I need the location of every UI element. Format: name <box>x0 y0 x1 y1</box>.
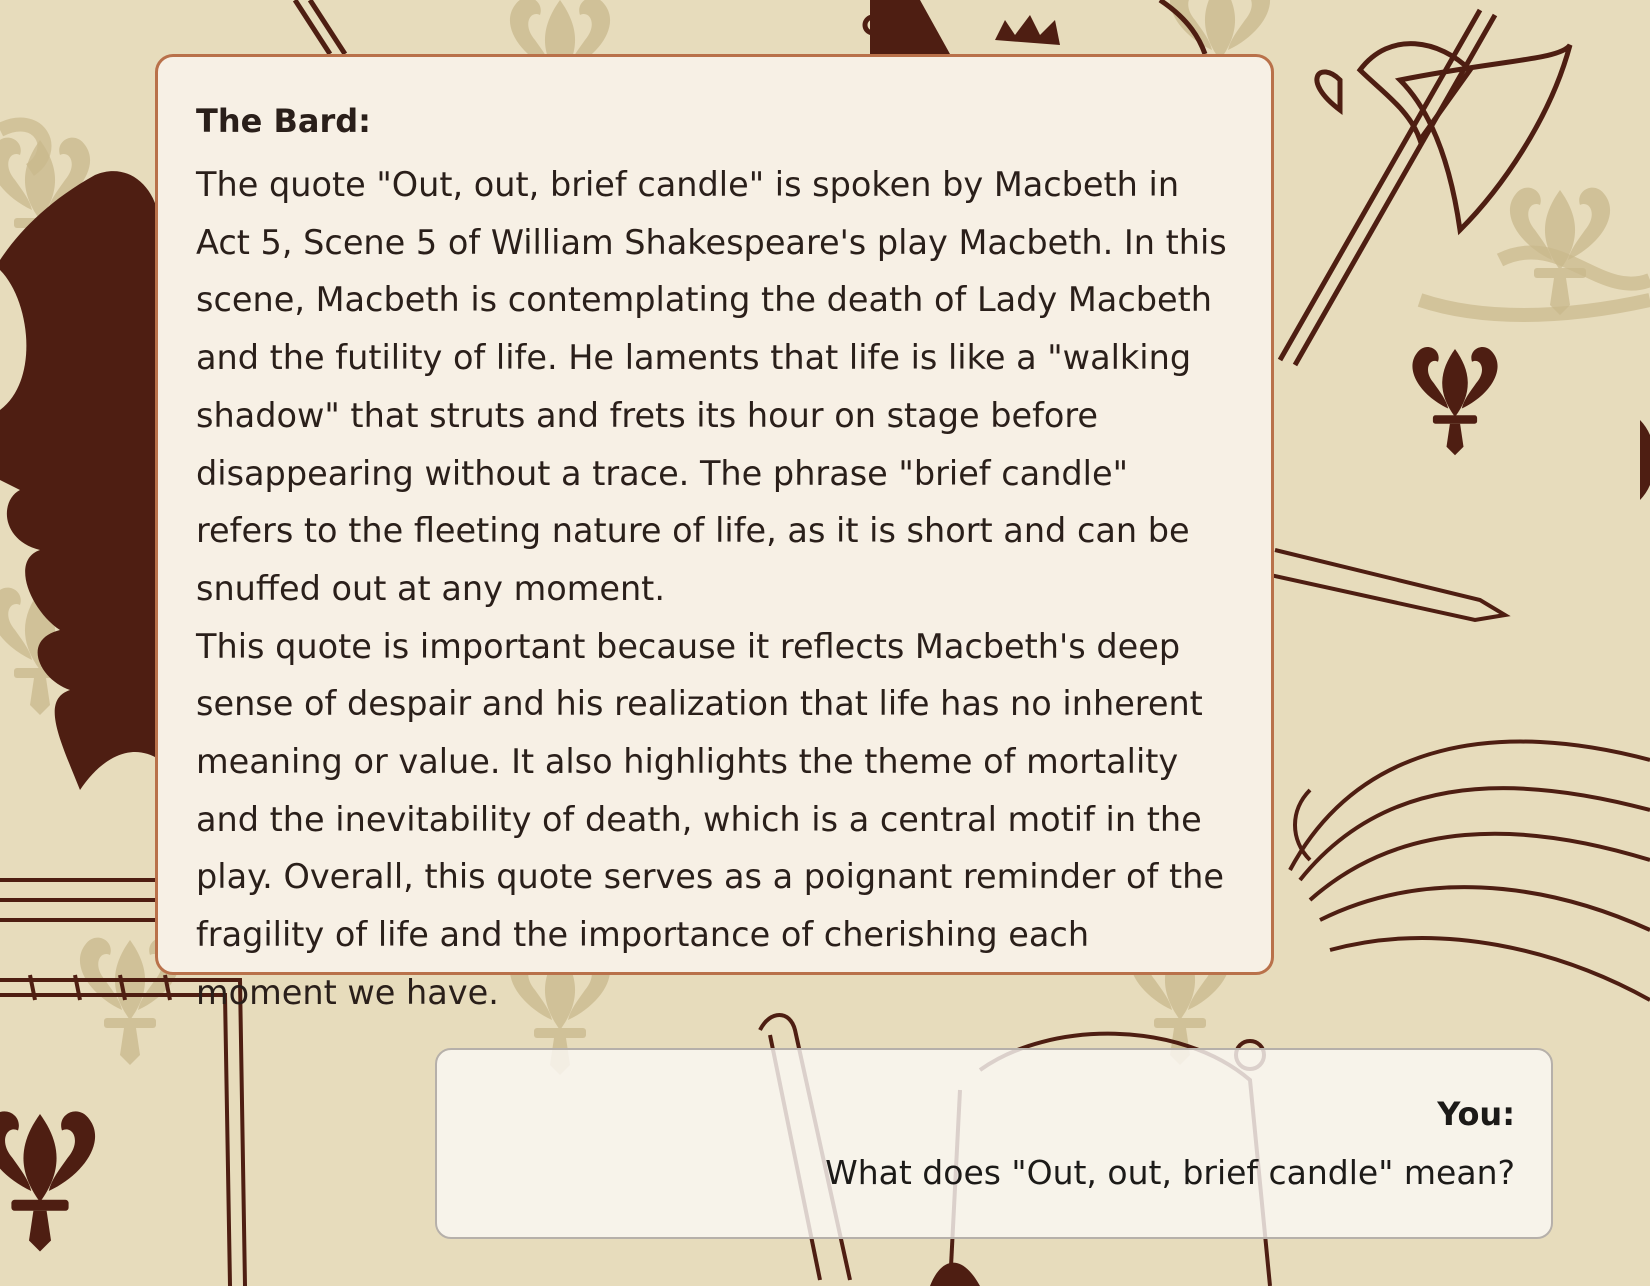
bard-paragraph-2: This quote is important because it refle… <box>196 626 1224 1012</box>
bard-message-bubble: The Bard: The quote "Out, out, brief can… <box>155 54 1274 1012</box>
user-message-bubble: You: What does "Out, out, brief candle" … <box>435 1048 1553 1239</box>
bard-speaker-label: The Bard: <box>196 102 371 140</box>
lion-rampant-icon <box>0 171 160 790</box>
user-message: What does "Out, out, brief candle" mean? <box>825 1153 1515 1192</box>
shield-icon <box>0 1111 96 1252</box>
user-message-text: What does "Out, out, brief candle" mean? <box>473 1149 1515 1197</box>
user-speaker-label: You: <box>1437 1095 1515 1133</box>
fleur-de-lis-icon <box>1412 346 1498 456</box>
bard-message-text: The quote "Out, out, brief candle" is sp… <box>196 156 1233 1022</box>
bard-paragraph-1: The quote "Out, out, brief candle" is sp… <box>196 165 1227 608</box>
